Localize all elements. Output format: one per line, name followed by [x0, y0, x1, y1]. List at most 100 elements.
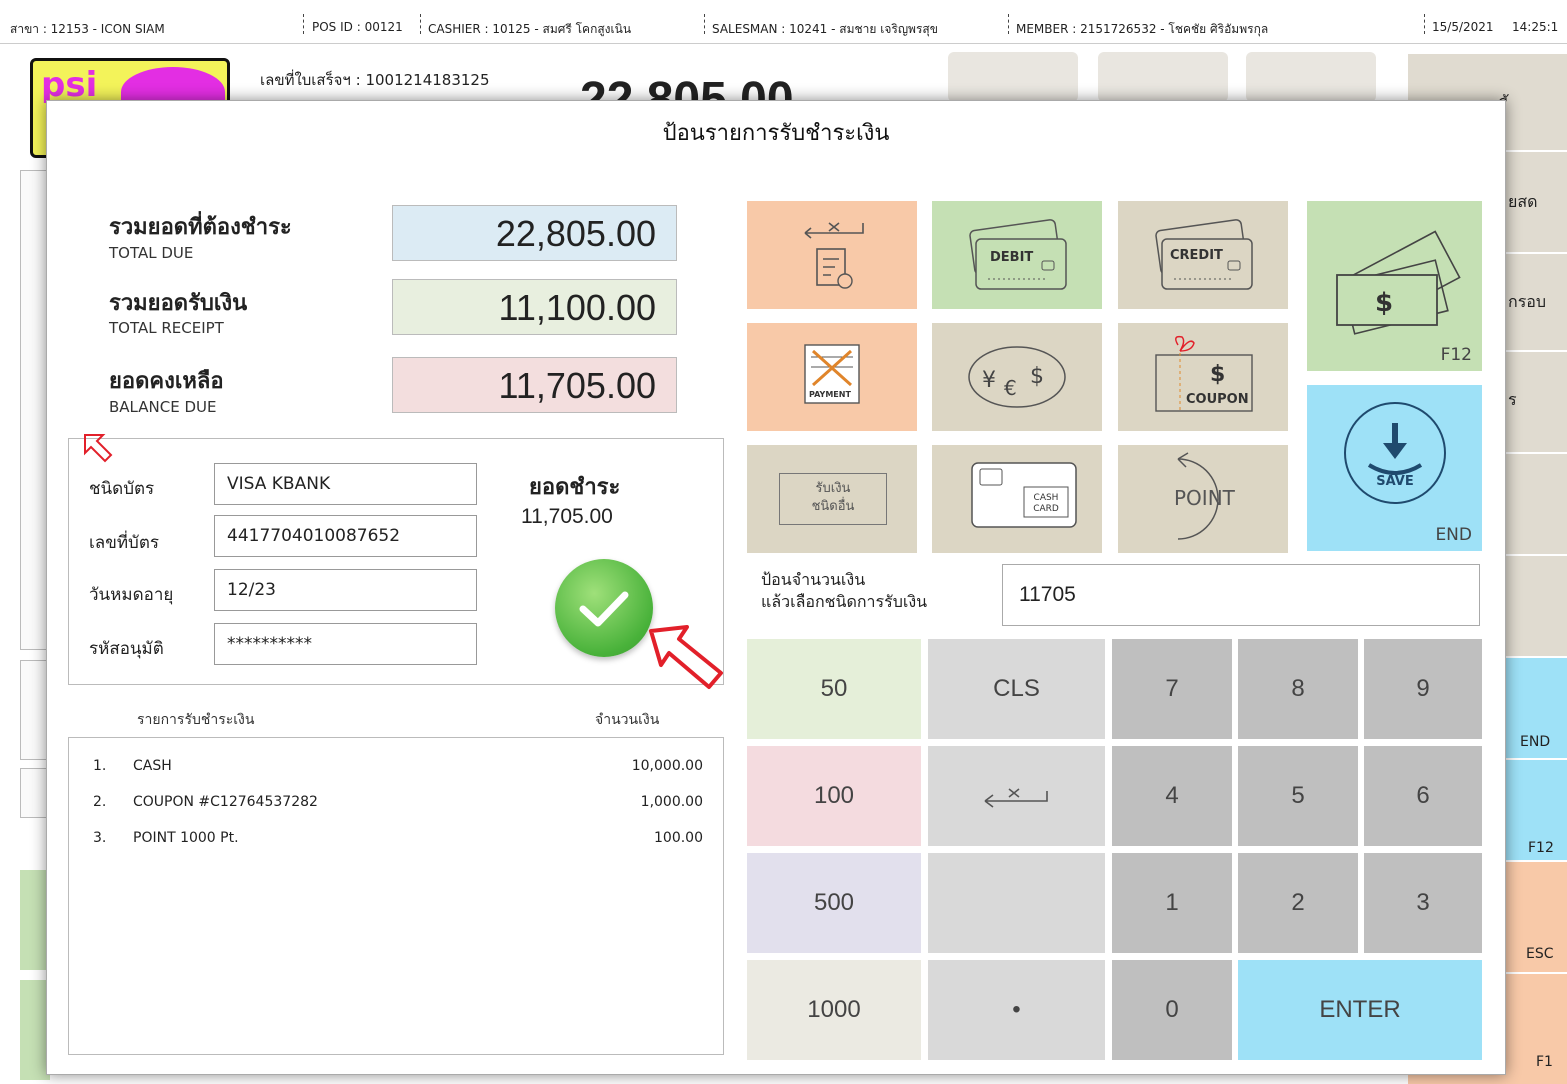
debit-card-icon: DEBIT — [969, 219, 1067, 290]
svg-text:PAYMENT: PAYMENT — [809, 390, 851, 399]
backspace-button[interactable] — [928, 746, 1105, 846]
total-due-label-en: TOTAL DUE — [109, 244, 194, 262]
total-receipt-value: 11,100.00 — [392, 279, 677, 335]
product-thumbnail[interactable] — [1098, 52, 1228, 102]
quick-amount-500[interactable]: 500 — [747, 853, 921, 953]
cashier-text: CASHIER : 10125 - สมศรี โคกสูงเนิน — [428, 22, 632, 36]
point-icon: POINT — [1174, 452, 1236, 540]
total-receipt-label: รวมยอดรับเงิน — [109, 291, 248, 316]
card-type-label: ชนิดบัตร — [89, 479, 155, 499]
void-line-button[interactable] — [747, 201, 917, 309]
digit-key-0[interactable]: 0 — [1112, 960, 1232, 1060]
card-type-field[interactable]: VISA KBANK — [214, 463, 477, 505]
expiry-field[interactable]: 12/23 — [214, 569, 477, 611]
digit-key-2[interactable]: 2 — [1238, 853, 1358, 953]
digit-key-8[interactable]: 8 — [1238, 639, 1358, 739]
decimal-key[interactable]: • — [928, 960, 1105, 1060]
divider — [420, 14, 421, 34]
void-payment-icon: PAYMENT — [804, 344, 860, 404]
card-due-label: ยอดชำระ — [529, 475, 621, 500]
total-receipt-label-en: TOTAL RECEIPT — [109, 319, 224, 337]
foreign-currency-button[interactable]: ¥ € $ — [932, 323, 1102, 431]
other-tender-label: รับเงิน ชนิดอื่น — [779, 473, 887, 525]
card-due-value: 11,705.00 — [521, 505, 613, 528]
member-text: MEMBER : 2151726532 - โชคชัย ศิริอัมพรกุ… — [1016, 22, 1269, 36]
point-redeem-button[interactable]: POINT — [1118, 445, 1288, 553]
card-number-label: เลขที่บัตร — [89, 533, 160, 553]
digit-key-6[interactable]: 6 — [1364, 746, 1482, 846]
balance-due-label: ยอดคงเหลือ — [109, 369, 224, 394]
card-number-field[interactable]: 4417704010087652 — [214, 515, 477, 557]
coupon-icon: $ COUPON — [1155, 335, 1253, 412]
list-item[interactable]: 2. COUPON #C12764537282 1,000.00 — [69, 788, 723, 818]
digit-key-4[interactable]: 4 — [1112, 746, 1232, 846]
svg-text:COUPON: COUPON — [1186, 392, 1249, 407]
payment-dialog: ป้อนรายการรับชำระเงิน รวมยอดที่ต้องชำระ … — [46, 100, 1506, 1075]
product-thumbnail[interactable] — [1246, 52, 1376, 102]
confirm-card-button[interactable] — [555, 559, 653, 657]
svg-text:$: $ — [1210, 362, 1225, 387]
list-item[interactable]: 1. CASH 10,000.00 — [69, 752, 723, 782]
digit-key-1[interactable]: 1 — [1112, 853, 1232, 953]
cash-card-icon: CASH CARD — [971, 462, 1077, 528]
salesman-text: SALESMAN : 10241 - สมชาย เจริญพรสุข — [712, 22, 938, 36]
branch-text: สาขา : 12153 - ICON SIAM — [10, 22, 165, 36]
debit-button[interactable]: DEBIT — [932, 201, 1102, 309]
divider — [1424, 14, 1425, 34]
pointer-arrow-icon — [84, 434, 113, 463]
approval-code-field[interactable]: ********** — [214, 623, 477, 665]
digit-key-3[interactable]: 3 — [1364, 853, 1482, 953]
backspace-icon — [984, 788, 1048, 808]
quick-amount-50[interactable]: 50 — [747, 639, 921, 739]
payment-list-header-amount: จำนวนเงิน — [595, 712, 660, 728]
top-status-bar: สาขา : 12153 - ICON SIAM POS ID : 00121 … — [0, 0, 1567, 44]
svg-text:SAVE: SAVE — [1376, 474, 1413, 489]
amount-input[interactable]: 11705 — [1002, 564, 1480, 626]
total-due-label: รวมยอดที่ต้องชำระ — [109, 215, 292, 240]
expiry-label: วันหมดอายุ — [89, 585, 174, 605]
amount-entry-label: ป้อนจำนวนเงิน แล้วเลือกชนิดการรับเงิน — [761, 570, 928, 611]
divider — [1008, 14, 1009, 34]
digit-key-5[interactable]: 5 — [1238, 746, 1358, 846]
save-button[interactable]: SAVE END — [1307, 385, 1482, 551]
annotation-arrow-icon — [649, 625, 723, 689]
svg-text:$: $ — [1375, 288, 1393, 318]
svg-text:CREDIT: CREDIT — [1170, 248, 1223, 263]
dialog-title: ป้อนรายการรับชำระเงิน — [662, 121, 890, 146]
svg-text:$: $ — [1030, 364, 1044, 389]
cash-card-button[interactable]: CASH CARD — [932, 445, 1102, 553]
digit-key-9[interactable]: 9 — [1364, 639, 1482, 739]
enter-button[interactable]: ENTER — [1238, 960, 1482, 1060]
approval-code-label: รหัสอนุมัติ — [89, 639, 164, 659]
svg-text:CARD: CARD — [1033, 504, 1059, 514]
time-text: 14:25:1 — [1512, 20, 1559, 34]
quick-amount-1000[interactable]: 1000 — [747, 960, 921, 1060]
divider — [303, 14, 304, 34]
cash-button[interactable]: $ F12 — [1307, 201, 1482, 371]
check-icon — [579, 591, 629, 627]
void-payment-button[interactable]: PAYMENT — [747, 323, 917, 431]
total-due-value: 22,805.00 — [392, 205, 677, 261]
list-item[interactable]: 3. POINT 1000 Pt. 100.00 — [69, 824, 723, 854]
balance-due-value: 11,705.00 — [392, 357, 677, 413]
balance-due-label-en: BALANCE DUE — [109, 398, 217, 416]
svg-text:POINT: POINT — [1174, 486, 1236, 510]
card-payment-panel: ชนิดบัตร VISA KBANK เลขที่บัตร 441770401… — [68, 434, 724, 685]
pos-id-text: POS ID : 00121 — [312, 20, 403, 34]
other-tender-button[interactable]: รับเงิน ชนิดอื่น — [747, 445, 917, 553]
clear-button[interactable]: CLS — [928, 639, 1105, 739]
digit-key-7[interactable]: 7 — [1112, 639, 1232, 739]
quick-amount-100[interactable]: 100 — [747, 746, 921, 846]
payment-list: 1. CASH 10,000.00 2. COUPON #C1276453728… — [68, 737, 724, 1055]
svg-text:¥: ¥ — [982, 368, 996, 393]
svg-text:DEBIT: DEBIT — [990, 250, 1033, 265]
coupon-button[interactable]: $ COUPON — [1118, 323, 1288, 431]
void-payment-icon — [804, 222, 864, 289]
divider — [704, 14, 705, 34]
credit-button[interactable]: CREDIT — [1118, 201, 1288, 309]
svg-text:€: € — [1004, 376, 1017, 400]
svg-text:CASH: CASH — [1034, 493, 1059, 503]
receipt-number: เลขที่ใบเสร็จฯ : 1001214183125 — [260, 71, 490, 89]
blank-key[interactable] — [928, 853, 1105, 953]
product-thumbnail[interactable] — [948, 52, 1078, 102]
